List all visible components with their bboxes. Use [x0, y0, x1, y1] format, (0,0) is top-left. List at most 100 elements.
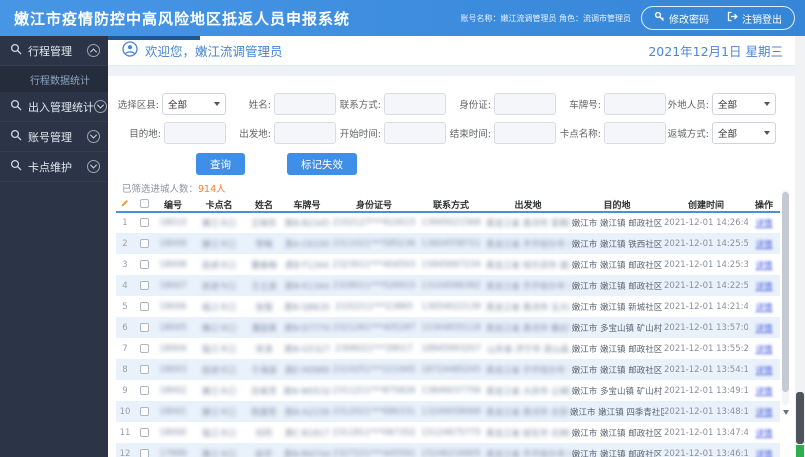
row-checkbox[interactable] [139, 427, 149, 437]
page-scrollbar-thumb[interactable] [796, 392, 804, 444]
filter-label: 选择区县: [117, 100, 159, 111]
header-right: 账号名称：嫩江流调管理员 角色：流调市管理员 修改密码 注销登出 [460, 6, 795, 30]
row-checkbox[interactable] [139, 280, 149, 290]
name-field[interactable] [274, 93, 336, 115]
detail-link[interactable]: 详情 [755, 303, 772, 313]
welcome-message: 欢迎您，嫩江流调管理员 [122, 41, 648, 60]
search-button[interactable]: 查询 [196, 153, 245, 175]
row-checkbox-cell [134, 275, 154, 296]
mark-invalid-button[interactable]: 标记失效 [287, 153, 357, 175]
cell-id-card: 2311811***067352 [332, 427, 416, 438]
change-password-button[interactable]: 修改密码 [654, 11, 709, 26]
cell-destination: 嫩江市 嫩江镇 铁西社区 [571, 239, 663, 250]
cell-phone: 13604558721 [421, 238, 481, 249]
cell-created: 2021-12-01 13:47:46 [664, 427, 748, 438]
detail-link[interactable]: 详情 [755, 345, 772, 355]
sidebar-item-account-management[interactable]: 账号管理 [0, 122, 108, 152]
content-panel: 选择区县: 全部 姓名: 联系方式: 身份证: 车牌号: 外地人员: 全部 目的… [108, 76, 805, 457]
select-all-checkbox[interactable] [134, 197, 154, 213]
row-checkbox[interactable] [139, 364, 149, 374]
contact-field[interactable] [384, 93, 446, 115]
row-index: 4 [122, 280, 128, 291]
scroll-down-icon[interactable] [783, 410, 789, 415]
start-time-field[interactable] [384, 122, 446, 144]
table-body: 1 18010 嫩江卡口 王晓东 黑N·B2345 2102127***9100… [116, 212, 780, 457]
row-checkbox[interactable] [139, 301, 149, 311]
cell-origin: 黑龙江省 哈尔滨市 道里区 [486, 260, 570, 271]
row-checkbox[interactable] [139, 322, 149, 332]
detail-link[interactable]: 详情 [755, 366, 772, 376]
detail-link[interactable]: 详情 [755, 450, 772, 457]
detail-link[interactable]: 详情 [755, 429, 772, 439]
cell-plate: 黑C·B1817 [284, 428, 330, 439]
table-row: 8 18003 前进卡口 于海波 黑E·H0989 2310251***2219… [116, 359, 780, 380]
row-checkbox-cell [134, 296, 154, 317]
summary-count: 914人 [198, 184, 226, 195]
cell-phone: 15304655118 [421, 322, 481, 333]
table-scrollbar[interactable] [782, 190, 789, 405]
checkpoint-name-field[interactable] [604, 122, 666, 144]
id-card-field[interactable] [494, 93, 556, 115]
table-scrollbar-thumb[interactable] [782, 192, 789, 392]
cell-checkpoint: 临江卡口 [201, 302, 236, 313]
cell-id-card: 2311211***875826 [332, 385, 416, 396]
cell-id-card: 2323011***404503 [332, 259, 416, 270]
detail-link[interactable]: 详情 [755, 219, 772, 229]
cell-plate: 黑N·M4744 [283, 449, 331, 457]
row-index: 8 [122, 364, 128, 375]
col-header-operation: 操作 [748, 197, 780, 213]
row-checkbox[interactable] [139, 218, 149, 227]
outsider-select[interactable]: 全部 [712, 93, 776, 115]
cell-created: 2021-12-01 14:26:40 [664, 218, 748, 228]
cell-id: 18007 [159, 280, 187, 291]
cell-id: 17999 [159, 448, 187, 457]
return-mode-select[interactable]: 全部 [712, 122, 776, 144]
origin-field[interactable] [274, 122, 336, 144]
filter-label: 姓名: [248, 100, 271, 111]
row-checkbox[interactable] [139, 385, 149, 395]
cell-operation: 详情 [748, 338, 780, 359]
cell-origin: 黑龙江省 齐齐哈尔市 讷河市 [486, 239, 570, 250]
cell-id-card: 2306021***28017 [335, 343, 413, 354]
detail-link[interactable]: 详情 [755, 282, 772, 292]
detail-link[interactable]: 详情 [755, 387, 772, 397]
sidebar-subitem-trip-data-stats[interactable]: 行程数据统计 [0, 66, 108, 92]
detail-link[interactable]: 详情 [755, 324, 772, 334]
row-checkbox-cell [134, 401, 154, 422]
district-select[interactable]: 全部 [162, 93, 226, 115]
page-scrollbar[interactable] [795, 36, 805, 457]
row-checkbox-cell [134, 254, 154, 275]
detail-link[interactable]: 详情 [755, 408, 772, 418]
cell-destination: 嫩江市 嫩江镇 新城社区 [571, 302, 663, 313]
row-checkbox[interactable] [139, 448, 149, 457]
plate-field[interactable] [604, 93, 666, 115]
detail-link[interactable]: 详情 [755, 261, 772, 271]
logout-button[interactable]: 注销登出 [727, 11, 782, 26]
col-header-id-card: 身份证号 [332, 197, 416, 213]
row-checkbox[interactable] [139, 406, 149, 416]
sidebar-item-trip-management[interactable]: 行程管理 [0, 36, 108, 66]
cell-operation: 详情 [748, 422, 780, 443]
row-index: 11 [119, 427, 131, 438]
change-password-label: 修改密码 [669, 14, 709, 26]
row-checkbox[interactable] [139, 238, 149, 248]
destination-field[interactable] [164, 122, 226, 144]
row-checkbox[interactable] [139, 259, 149, 269]
mark-icon [116, 197, 134, 213]
account-info: 账号名称：嫩江流调管理员 角色：流调市管理员 [460, 13, 631, 23]
cell-created: 2021-12-01 13:46:12 [664, 448, 748, 457]
filter-checkpoint-name: 卡点名称: [556, 121, 666, 145]
end-time-field[interactable] [494, 122, 556, 144]
row-checkbox[interactable] [139, 343, 149, 353]
cell-phone: 13249058068 [421, 406, 481, 417]
detail-link[interactable]: 详情 [755, 240, 772, 250]
sidebar-item-checkpoint-maintenance[interactable]: 卡点维护 [0, 152, 108, 182]
cell-created: 2021-12-01 13:48:15 [664, 406, 748, 417]
cell-phone: 15845667234 [421, 259, 481, 270]
cell-origin: 黑龙江省 齐齐哈尔市 甘南县 [486, 365, 570, 376]
sidebar-item-inout-stats[interactable]: 出入管理统计 [0, 92, 108, 122]
cell-name: 于海波 [251, 365, 277, 376]
table-row: 3 18008 前进卡口 董春梅 黑B·F1344 2323011***4045… [116, 254, 780, 275]
cell-destination: 嫩江市 嫩江镇 四季青社区 [570, 407, 664, 418]
cell-plate: 黑N·G5327 [284, 344, 330, 355]
